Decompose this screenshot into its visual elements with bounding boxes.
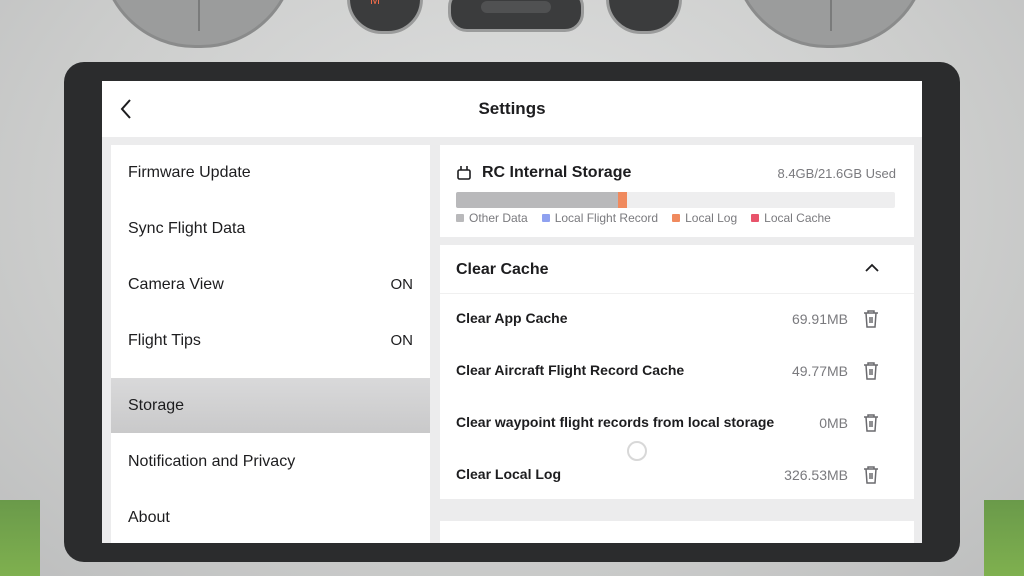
camera-view-status: ON	[390, 276, 414, 293]
knob-label: M	[370, 0, 380, 7]
storage-bar-other-data	[456, 192, 619, 208]
legend-item-local-log: Local Log	[672, 211, 737, 225]
menu-item-label: Firmware Update	[128, 163, 251, 181]
page-title: Settings	[478, 99, 546, 118]
menu-item-label: Storage	[128, 396, 185, 414]
cache-row-size: 326.53MB	[784, 467, 848, 483]
background-grass-left	[0, 500, 40, 576]
legend-item-local-cache: Local Cache	[751, 211, 831, 225]
legend-swatch	[672, 214, 681, 222]
cache-row-local-log[interactable]: Clear Local Log 326.53MB	[440, 449, 914, 501]
menu-item-notification-privacy[interactable]: Notification and Privacy	[111, 434, 430, 489]
menu-item-label: Sync Flight Data	[128, 219, 246, 237]
cache-row-label: Clear App Cache	[456, 310, 568, 326]
legend-swatch	[541, 214, 550, 222]
clear-cache-header[interactable]: Clear Cache	[440, 245, 914, 294]
menu-item-about[interactable]: About	[111, 490, 430, 543]
cache-row-label: Clear waypoint flight records from local…	[456, 414, 775, 430]
legend-label: Other Data	[469, 211, 528, 225]
storage-used-text: 8.4GB/21.6GB Used	[777, 166, 896, 181]
next-section-card	[440, 521, 914, 543]
trash-icon[interactable]	[862, 309, 880, 329]
cache-row-size: 49.77MB	[791, 363, 848, 379]
power-button	[606, 0, 682, 34]
trash-icon[interactable]	[862, 361, 880, 381]
cache-row-waypoint-records[interactable]: Clear waypoint flight records from local…	[440, 397, 914, 449]
legend-label: Local Log	[685, 211, 738, 225]
tap-indicator	[627, 441, 647, 461]
settings-menu: Firmware Update Sync Flight Data Camera …	[111, 145, 430, 543]
left-control-stick	[100, 0, 296, 48]
menu-item-storage[interactable]: Storage	[111, 378, 430, 433]
settings-screen: Settings Firmware Update Sync Flight Dat…	[102, 81, 922, 543]
storage-legend: Other Data Local Flight Record Local Log…	[456, 211, 831, 225]
legend-label: Local Cache	[764, 211, 831, 225]
menu-item-firmware-update[interactable]: Firmware Update	[111, 145, 430, 200]
trash-icon[interactable]	[862, 465, 880, 485]
storage-card: RC Internal Storage 8.4GB/21.6GB Used Ot…	[440, 145, 914, 237]
cache-row-label: Clear Local Log	[456, 466, 562, 482]
rc-storage-icon	[457, 166, 471, 180]
menu-item-label: Camera View	[128, 275, 224, 293]
menu-item-camera-view[interactable]: Camera View ON	[111, 257, 430, 312]
menu-item-sync-flight-data[interactable]: Sync Flight Data	[111, 201, 430, 256]
legend-item-other-data: Other Data	[456, 211, 528, 225]
storage-bar-local-log	[618, 192, 628, 208]
menu-item-label: Notification and Privacy	[128, 452, 296, 470]
controller-pill-button	[448, 0, 584, 32]
flight-mode-knob: M	[347, 0, 423, 34]
cache-row-label: Clear Aircraft Flight Record Cache	[456, 362, 685, 378]
trash-icon[interactable]	[862, 413, 880, 433]
cache-row-size: 69.91MB	[791, 311, 848, 327]
flight-tips-status: ON	[390, 332, 414, 349]
menu-item-label: About	[128, 508, 170, 526]
legend-label: Local Flight Record	[554, 211, 659, 225]
cache-row-size: 0MB	[819, 415, 848, 431]
clear-cache-card: Clear Cache Clear App Cache 69.91MB Clea…	[440, 245, 914, 499]
menu-item-flight-tips[interactable]: Flight Tips ON	[111, 313, 430, 368]
clear-cache-title: Clear Cache	[456, 261, 549, 278]
legend-item-local-flight-record: Local Flight Record	[541, 211, 659, 225]
storage-title: RC Internal Storage	[482, 164, 632, 181]
header-bar: Settings	[102, 81, 922, 137]
menu-item-label: Flight Tips	[128, 331, 201, 349]
chevron-up-icon[interactable]	[864, 261, 880, 275]
cache-row-app-cache[interactable]: Clear App Cache 69.91MB	[440, 293, 914, 345]
legend-swatch	[751, 214, 760, 222]
storage-usage-bar	[456, 192, 895, 208]
legend-swatch	[456, 214, 464, 222]
cache-row-aircraft-flight-record[interactable]: Clear Aircraft Flight Record Cache 49.77…	[440, 345, 914, 397]
right-control-stick	[732, 0, 928, 48]
background-grass-right	[984, 500, 1024, 576]
